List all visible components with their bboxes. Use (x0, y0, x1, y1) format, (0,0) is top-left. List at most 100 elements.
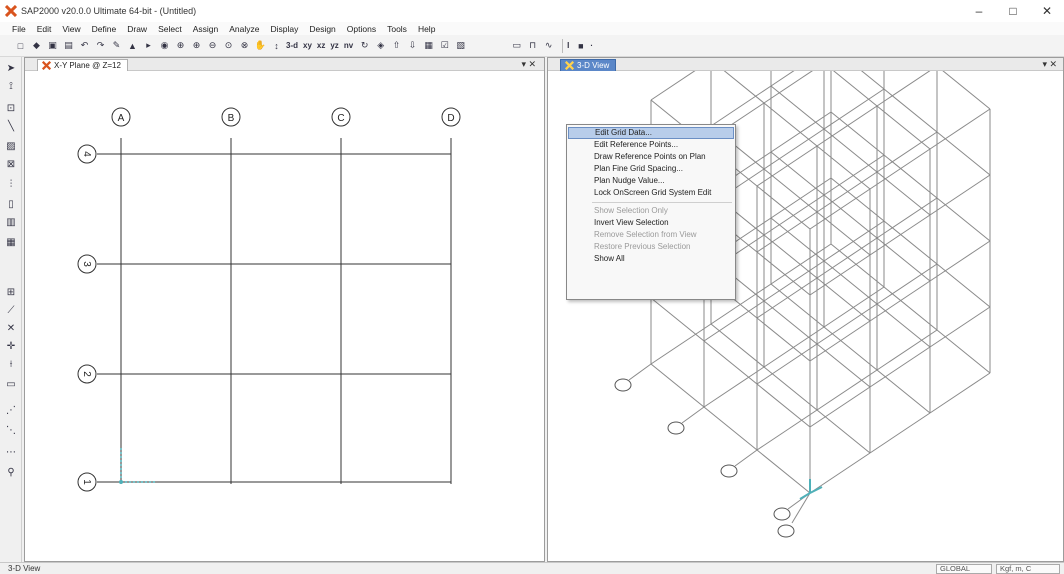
model-beam-x[interactable] (876, 197, 938, 239)
grid-leader-line[interactable] (734, 449, 758, 467)
tab-3d-view[interactable]: 3-D View (560, 59, 617, 71)
zoom-in-icon[interactable]: ⊕ (190, 39, 203, 53)
draw-area-icon[interactable]: ▨ (4, 139, 18, 153)
print-icon[interactable]: ▤ (62, 39, 75, 53)
snap-perp-icon[interactable]: ⋯ (4, 445, 18, 459)
menu-design[interactable]: Design (309, 24, 335, 34)
select-all-icon[interactable]: ⊞ (4, 285, 18, 299)
grid-bubble-3d[interactable] (720, 464, 738, 478)
menu-show-selection-only[interactable]: Show Selection Only (567, 205, 735, 217)
model-beam-y[interactable] (756, 383, 811, 428)
tab-plan-view[interactable]: X-Y Plane @ Z=12 (37, 59, 128, 71)
select-line-icon[interactable]: ✛ (4, 339, 18, 353)
menu-select[interactable]: Select (158, 24, 182, 34)
plan-view-pane[interactable]: X-Y Plane @ Z=12 ▾ ✕ A B C D 4 3 2 1 (24, 57, 545, 562)
pointer-icon[interactable]: ➤ (4, 61, 18, 75)
perspective-icon[interactable]: ◈ (374, 39, 387, 53)
menu-view[interactable]: View (62, 24, 80, 34)
menu-lock-grid-system-edit[interactable]: Lock OnScreen Grid System Edit (567, 187, 735, 199)
view-nv-button[interactable]: nv (344, 41, 353, 50)
model-beam-x[interactable] (809, 452, 871, 494)
menu-remove-selection-from-view[interactable]: Remove Selection from View (567, 229, 735, 241)
save-icon[interactable]: ▣ (46, 39, 59, 53)
menu-display[interactable]: Display (270, 24, 298, 34)
model-beam-x[interactable] (869, 148, 931, 190)
menu-file[interactable]: File (12, 24, 26, 34)
model-beam-x[interactable] (929, 174, 991, 216)
grid-bubble-d[interactable]: D (441, 107, 461, 127)
fill-square-icon[interactable]: ■ (574, 39, 587, 53)
model-beam-x[interactable] (809, 386, 871, 428)
snap-midpoint-icon[interactable]: ⋱ (4, 423, 18, 437)
zoom-fit-icon[interactable]: ⊙ (222, 39, 235, 53)
grid-bubble-3d[interactable] (777, 524, 795, 538)
zoom-out-icon[interactable]: ⊖ (206, 39, 219, 53)
grid-bubble-3d[interactable] (773, 507, 791, 521)
model-beam-x[interactable] (770, 243, 832, 285)
display-options-icon[interactable]: ▧ (454, 39, 467, 53)
menu-restore-previous-selection[interactable]: Restore Previous Selection (567, 241, 735, 253)
model-beam-x[interactable] (770, 177, 832, 219)
grid-bubble-b[interactable]: B (221, 107, 241, 127)
select-poly-icon[interactable]: ⟋ (4, 303, 18, 317)
clear-selection-icon[interactable]: ⟊ (4, 357, 18, 371)
section-icon[interactable]: ⊓ (526, 39, 539, 53)
section-i-button[interactable]: I (567, 41, 569, 50)
model-beam-x[interactable] (823, 88, 885, 130)
model-beam-y[interactable] (937, 71, 991, 110)
grid-icon[interactable]: ▦ (422, 39, 435, 53)
draw-rect-area-icon[interactable]: ▯ (4, 197, 18, 211)
draw-frame-icon[interactable]: ╲ (4, 119, 18, 133)
model-beam-x[interactable] (763, 326, 825, 368)
model-beam-x[interactable] (756, 277, 818, 319)
view-xy-button[interactable]: xy (303, 41, 312, 50)
model-beam-y[interactable] (831, 71, 885, 90)
reshape-icon[interactable]: ⟟ (4, 79, 18, 93)
plan-close-button[interactable]: ▾ ✕ (521, 58, 536, 71)
model-beam-x[interactable] (876, 71, 937, 107)
grid-leader-line[interactable] (681, 406, 705, 424)
model-beam-x[interactable] (816, 303, 878, 345)
menu-show-all[interactable]: Show All (567, 253, 735, 265)
model-beam-x[interactable] (756, 343, 818, 385)
grid-bubble-2[interactable]: 2 (77, 364, 97, 384)
plan-grid-canvas[interactable]: A B C D 4 3 2 1 (25, 71, 545, 562)
frame-icon[interactable]: ▭ (510, 39, 523, 53)
model-beam-x[interactable] (869, 346, 931, 388)
new-file-icon[interactable]: □ (14, 39, 27, 53)
grid-bubble-a[interactable]: A (111, 107, 131, 127)
model-beam-x[interactable] (816, 369, 878, 411)
model-beam-x[interactable] (756, 211, 818, 253)
view-3d-button[interactable]: 3-d (286, 41, 298, 50)
model-beam-x[interactable] (929, 372, 991, 414)
close-window-button[interactable]: ✕ (1030, 0, 1064, 22)
menu-edit-reference-points[interactable]: Edit Reference Points... (567, 139, 735, 151)
snap-joint-icon[interactable]: ⋰ (4, 403, 18, 417)
checkbox-icon[interactable]: ☑ (438, 39, 451, 53)
rotate-icon[interactable]: ↕ (270, 39, 283, 53)
model-beam-y[interactable] (703, 340, 758, 385)
menu-plan-fine-grid-spacing[interactable]: Plan Fine Grid Spacing... (567, 163, 735, 175)
model-beam-x[interactable] (929, 108, 991, 150)
open-icon[interactable]: ◆ (30, 39, 43, 53)
model-beam-y[interactable] (711, 71, 765, 104)
model-beam-x[interactable] (809, 188, 871, 230)
menu-invert-view-selection[interactable]: Invert View Selection (567, 217, 735, 229)
toolbar-more-button[interactable]: · (590, 41, 593, 50)
model-beam-x[interactable] (809, 254, 871, 296)
model-beam-x[interactable] (650, 71, 711, 101)
quick-draw-icon[interactable]: ▦ (4, 235, 18, 249)
model-beam-x[interactable] (763, 128, 825, 170)
menu-assign[interactable]: Assign (193, 24, 219, 34)
model-beam-x[interactable] (816, 105, 878, 147)
view-xz-button[interactable]: xz (317, 41, 325, 50)
model-beam-x[interactable] (869, 280, 931, 322)
grid-bubble-3d[interactable] (614, 378, 632, 392)
menu-define[interactable]: Define (92, 24, 117, 34)
zoom-prev-icon[interactable]: ⊗ (238, 39, 251, 53)
menu-options[interactable]: Options (347, 24, 376, 34)
intersect-icon[interactable]: ✕ (4, 321, 18, 335)
model-beam-y[interactable] (650, 297, 705, 342)
model-beam-x[interactable] (876, 263, 938, 305)
model-beam-x[interactable] (823, 154, 885, 196)
